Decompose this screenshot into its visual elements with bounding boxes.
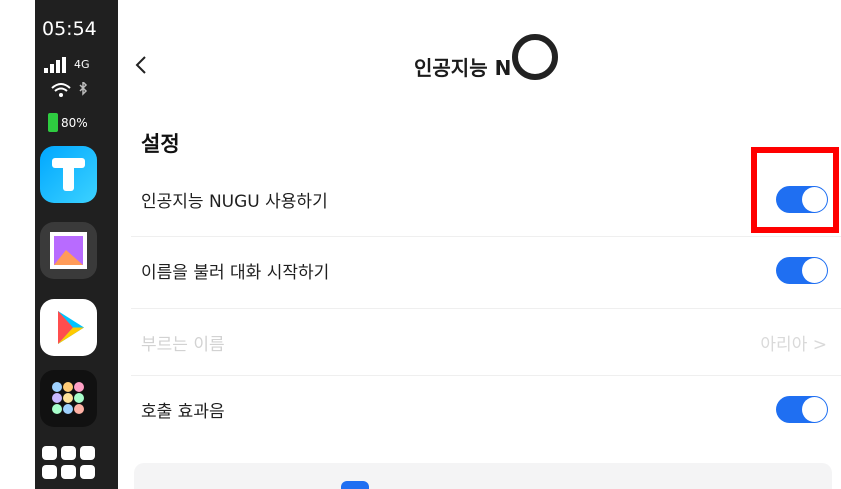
- network-type: 4G: [74, 58, 90, 71]
- gallery-app-icon[interactable]: [40, 222, 97, 279]
- toggle-knob: [802, 397, 827, 422]
- setting-label: 이름을 불러 대화 시작하기: [141, 263, 330, 283]
- call-sound-toggle[interactable]: [776, 396, 828, 423]
- toggle-knob: [802, 258, 827, 283]
- setting-label: 호출 효과음: [141, 402, 225, 422]
- bottom-card: [134, 463, 832, 489]
- status-time: 05:54: [42, 18, 97, 40]
- t-app-icon[interactable]: [40, 146, 97, 203]
- battery-level: 80%: [61, 116, 88, 130]
- wifi-icon: [51, 82, 88, 97]
- call-name-value[interactable]: 아리아 >: [760, 330, 827, 355]
- setting-label: 인공지능 NUGU 사용하기: [141, 192, 328, 212]
- highlight-box: [751, 147, 839, 233]
- setting-row-call-sound[interactable]: 호출 효과음: [131, 375, 841, 445]
- app-grid-icon[interactable]: [40, 370, 97, 427]
- all-apps-icon[interactable]: [40, 442, 97, 489]
- play-store-icon[interactable]: [40, 299, 97, 356]
- wake-word-toggle[interactable]: [776, 257, 828, 284]
- signal-icon: [44, 57, 66, 73]
- setting-row-nugu[interactable]: 인공지능 NUGU 사용하기: [131, 165, 841, 235]
- back-icon[interactable]: [131, 50, 151, 80]
- bottom-app-icon: [341, 481, 369, 489]
- setting-row-call-name[interactable]: 부르는 이름 아리아 >: [131, 308, 841, 378]
- setting-row-wake-word[interactable]: 이름을 불러 대화 시작하기: [131, 236, 841, 306]
- cursor-indicator: [512, 34, 558, 80]
- section-title: 설정: [141, 132, 180, 156]
- setting-label: 부르는 이름: [141, 335, 225, 355]
- battery-icon: [48, 113, 58, 132]
- page-title: 인공지능 N: [414, 56, 512, 80]
